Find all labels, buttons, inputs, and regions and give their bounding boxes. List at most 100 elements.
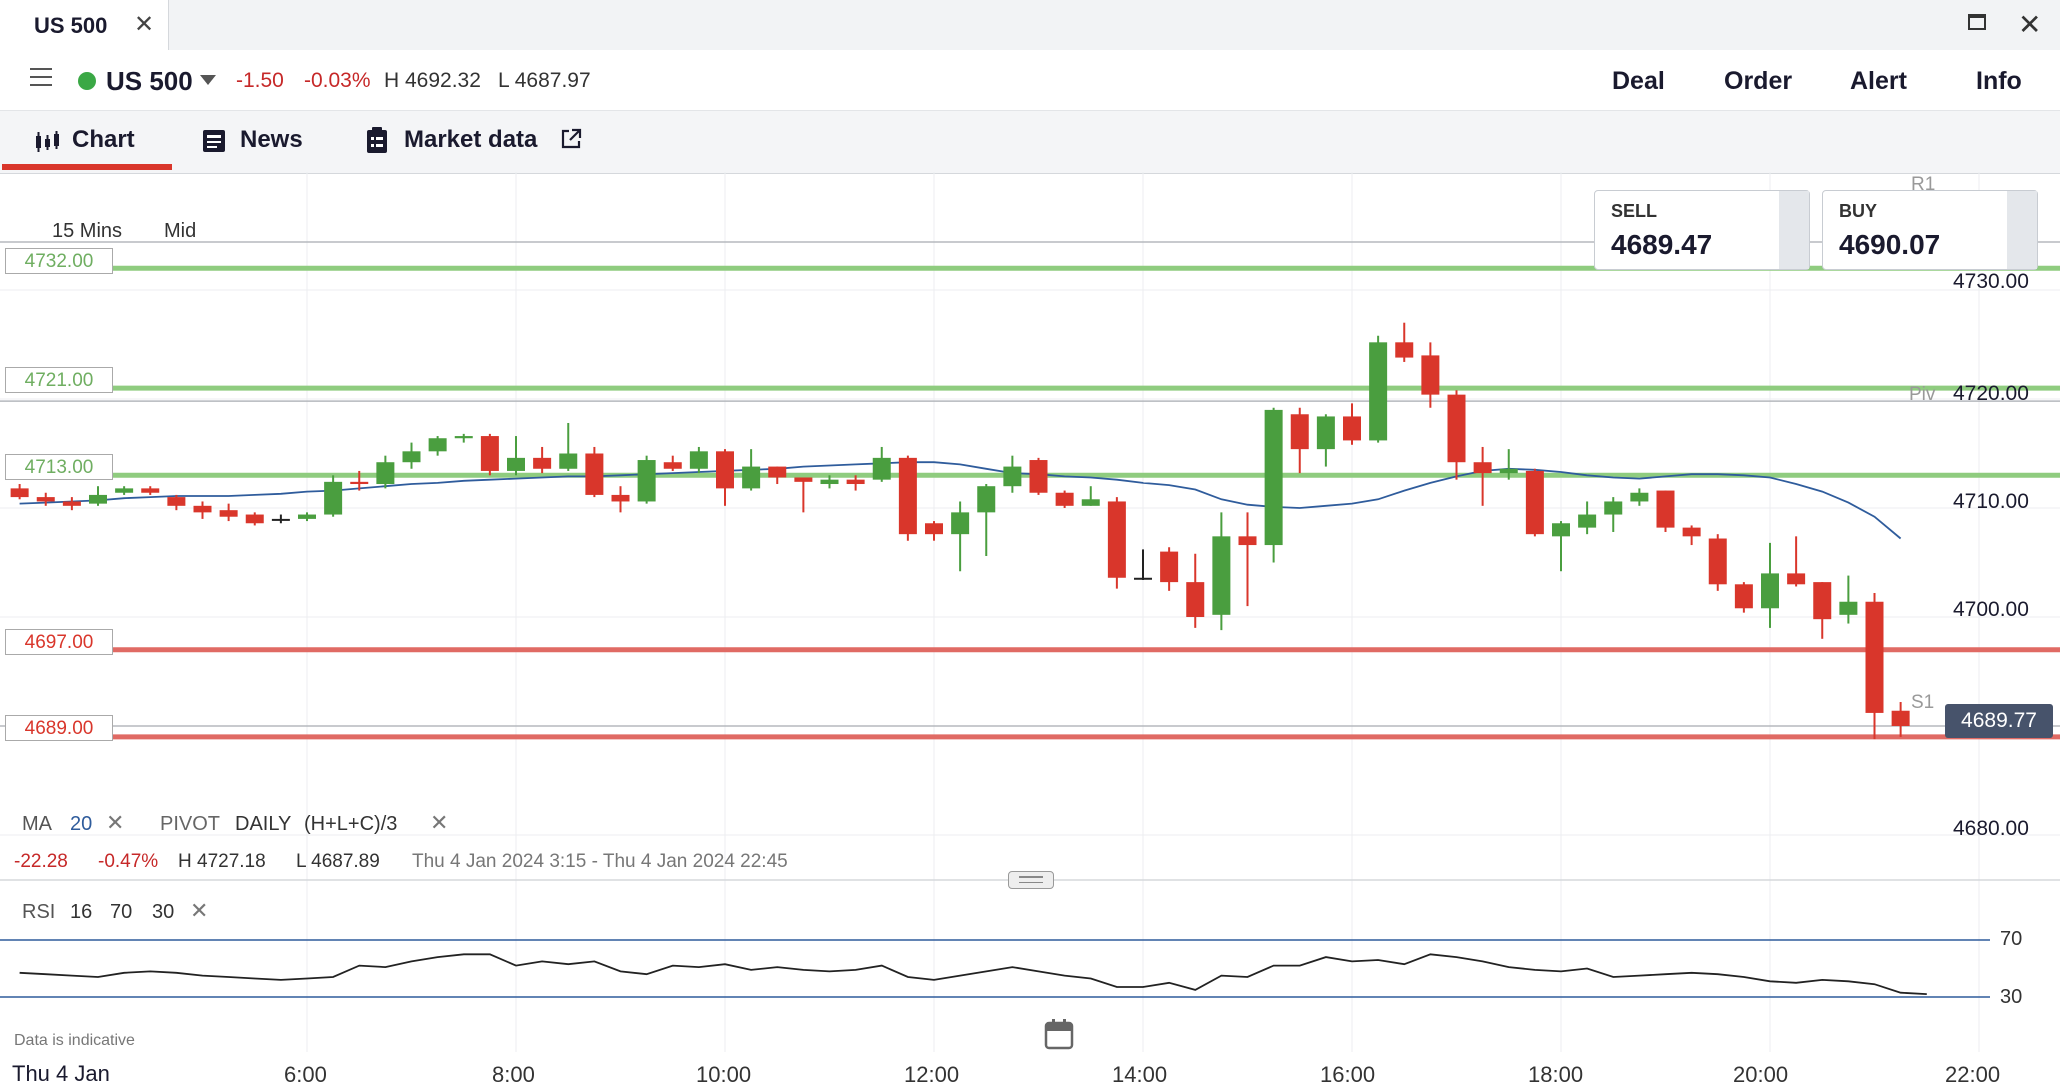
deal-button[interactable]: Deal [1612, 67, 1665, 96]
level-label-4721[interactable]: 4721.00 [5, 367, 113, 393]
pivot-legend-label[interactable]: PIVOT [160, 813, 220, 836]
candle-body [977, 486, 996, 513]
order-button[interactable]: Order [1724, 67, 1792, 96]
candle-body [559, 453, 578, 469]
tab-close-icon[interactable]: ✕ [134, 10, 154, 39]
candle-body [585, 453, 604, 495]
candle-body [768, 466, 787, 478]
level-label-4689[interactable]: 4689.00 [5, 715, 113, 741]
window-tab-bar [0, 0, 2060, 51]
price-change-percent: -0.03% [304, 69, 371, 92]
rsi-upper[interactable]: 70 [110, 901, 132, 924]
timeframe-selector[interactable]: 15 Mins [52, 220, 122, 243]
candle-body [1369, 342, 1388, 441]
candle-body [1656, 490, 1675, 528]
candle-body [1552, 523, 1570, 537]
market-name[interactable]: US 500 [106, 66, 193, 97]
candle-body [193, 505, 212, 513]
pivot-formula[interactable]: (H+L+C)/3 [304, 813, 397, 836]
remove-rsi-icon[interactable]: ✕ [190, 898, 208, 924]
rsi-lower[interactable]: 30 [152, 901, 174, 924]
y-tick-label: 4720.00 [1953, 382, 2029, 405]
pivot-s1-label: S1 [1911, 692, 1935, 713]
candle-body [1134, 577, 1152, 580]
news-icon [203, 130, 225, 152]
candle-body [271, 518, 290, 521]
candle-body [1865, 601, 1884, 713]
candle-body [872, 457, 891, 480]
range-dates: Thu 4 Jan 2024 3:15 - Thu 4 Jan 2024 22:… [412, 851, 788, 872]
pivot-period[interactable]: DAILY [235, 813, 291, 836]
x-tick-label: 6:00 [284, 1062, 327, 1087]
tab-chart[interactable]: Chart [72, 126, 135, 154]
rsi-legend-label[interactable]: RSI [22, 901, 55, 924]
candle-body [1055, 492, 1074, 506]
level-label-4713[interactable]: 4713.00 [5, 454, 113, 480]
maximize-icon[interactable] [1968, 14, 1986, 30]
candle-body [1160, 551, 1179, 583]
candle-body [1682, 527, 1701, 537]
ma-period[interactable]: 20 [70, 813, 92, 836]
start-date-label: Thu 4 Jan [4, 1060, 122, 1088]
window-close-icon[interactable]: ✕ [2018, 8, 2041, 41]
candle-body [402, 451, 421, 463]
tab-market-data[interactable]: Market data [404, 126, 537, 154]
candle-body [1212, 536, 1231, 615]
market-open-status-icon [78, 72, 96, 90]
candle-body [1839, 601, 1858, 615]
y-tick-label: 4730.00 [1953, 270, 2029, 293]
sell-price: 4689.47 [1611, 229, 1713, 260]
panel-resize-handle[interactable] [1008, 871, 1054, 889]
candle-body [925, 523, 943, 535]
candle-body [1604, 501, 1623, 515]
candle-body [1264, 409, 1283, 546]
chart-grid [0, 172, 2060, 1052]
current-price-tag: 4689.77 [1945, 704, 2053, 738]
tab-news[interactable]: News [240, 126, 303, 154]
y-tick-label: 4710.00 [1953, 490, 2029, 513]
candle-body [324, 481, 343, 515]
y-tick-label: 4680.00 [1953, 817, 2029, 840]
candle-body [1290, 414, 1309, 450]
candle-body [1316, 416, 1335, 450]
level-label-4697[interactable]: 4697.00 [5, 629, 113, 655]
indicative-notice: Data is indicative [14, 1032, 135, 1049]
sell-label: SELL [1611, 201, 1658, 221]
candle-body [689, 451, 708, 469]
day-low: L 4687.97 [498, 69, 591, 92]
info-button[interactable]: Info [1976, 67, 2022, 96]
active-tab-indicator [2, 164, 172, 170]
remove-ma-icon[interactable]: ✕ [106, 810, 124, 836]
candle-body [1630, 492, 1649, 502]
chevron-down-icon[interactable] [200, 75, 216, 85]
x-tick-label: 12:00 [904, 1062, 960, 1087]
candle-body [1787, 573, 1806, 585]
level-label-4732[interactable]: 4732.00 [5, 248, 113, 274]
range-low: L 4687.89 [296, 851, 380, 872]
candle-body [1029, 460, 1048, 493]
candle-body [1395, 342, 1414, 358]
candle-body [350, 481, 369, 485]
rsi-period[interactable]: 16 [70, 901, 92, 924]
alert-button[interactable]: Alert [1850, 67, 1907, 96]
candle-body [1107, 501, 1126, 578]
external-link-icon[interactable] [560, 128, 582, 150]
candle-body [846, 479, 865, 485]
price-type-selector[interactable]: Mid [164, 220, 196, 243]
price-change: -1.50 [236, 69, 284, 92]
buy-strip [2007, 191, 2037, 269]
candle-body [637, 460, 656, 502]
x-tick-label: 10:00 [696, 1062, 752, 1087]
price-chart[interactable] [0, 172, 2060, 1090]
candle-body [1447, 394, 1466, 463]
sell-button[interactable]: SELL 4689.47 [1594, 190, 1810, 270]
remove-pivot-icon[interactable]: ✕ [430, 810, 448, 836]
buy-button[interactable]: BUY 4690.07 [1822, 190, 2038, 270]
calendar-icon[interactable] [1044, 1018, 1074, 1050]
ma-legend-label[interactable]: MA [22, 813, 52, 836]
candle-body [62, 501, 81, 506]
day-high: H 4692.32 [384, 69, 481, 92]
candle-body [1525, 470, 1544, 535]
menu-icon[interactable] [30, 68, 52, 92]
candle-body [167, 497, 186, 506]
